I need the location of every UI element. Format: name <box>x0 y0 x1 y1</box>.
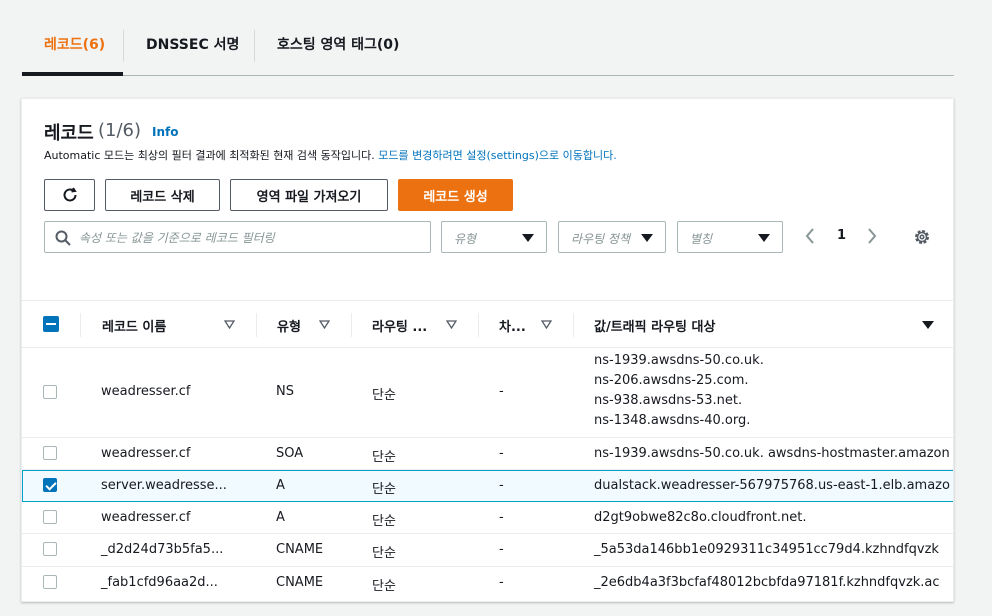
table-row-selected[interactable]: server.weadresse... A 단순 - dualstack.wea… <box>22 470 953 502</box>
search-box <box>44 221 431 253</box>
routing-filter-placeholder: 라우팅 정책 <box>571 232 631 246</box>
tab-hosted-zone-tags[interactable]: 호스팅 영역 태그(0) <box>277 34 399 58</box>
record-type: A <box>276 510 285 525</box>
type-filter-placeholder: 유형 <box>454 232 477 246</box>
routing-policy: 단순 <box>372 482 396 497</box>
value-line: ns-206.awsdns-25.com. <box>594 373 749 388</box>
tabs-bar: 레코드(6) DNSSEC 서명 호스팅 영역 태그(0) <box>0 0 954 76</box>
record-name: weadresser.cf <box>101 446 191 461</box>
record-count: (1/6) <box>98 120 142 141</box>
column-divider <box>256 313 257 337</box>
chevron-right-icon[interactable] <box>866 227 878 245</box>
record-value: _5a53da146bb1e0929311c34951cc79d4.kzhndf… <box>594 542 939 557</box>
row-checkbox[interactable] <box>43 478 57 492</box>
value-line: ns-1939.awsdns-50.co.uk. <box>594 353 764 368</box>
column-divider <box>478 313 479 337</box>
record-type: SOA <box>276 446 304 461</box>
col-value[interactable]: 값/트래픽 라우팅 대상 <box>594 316 715 335</box>
record-type: A <box>276 478 285 493</box>
page-number[interactable]: 1 <box>837 228 846 243</box>
value-line: ns-1348.awsdns-40.org. <box>594 413 751 428</box>
row-checkbox[interactable] <box>43 446 57 460</box>
select-all-checkbox[interactable] <box>43 316 59 332</box>
row-checkbox[interactable] <box>43 385 57 399</box>
gear-icon[interactable] <box>913 228 931 246</box>
record-value: _2e6db4a3f3bcfaf48012bcbfda97181f.kzhndf… <box>594 575 940 590</box>
diff-value: - <box>499 446 504 461</box>
diff-value: - <box>499 510 504 525</box>
record-value: dualstack.weadresser-567975768.us-east-1… <box>594 478 950 493</box>
routing-policy: 단순 <box>372 388 396 403</box>
active-tab-indicator <box>22 72 123 76</box>
sort-icon[interactable] <box>446 320 457 329</box>
value-line: ns-938.awsdns-53.net. <box>594 393 743 408</box>
sort-icon[interactable] <box>319 320 330 329</box>
import-zone-file-button[interactable]: 영역 파일 가져오기 <box>230 179 388 211</box>
tab-divider <box>254 30 255 62</box>
routing-policy-filter-select[interactable]: 라우팅 정책 <box>558 221 666 253</box>
table-row[interactable]: _fab1cfd96aa2d... CNAME 단순 - _2e6db4a3f3… <box>22 567 953 601</box>
description-text: Automatic 모드는 최상의 필터 결과에 최적화된 현재 검색 동작입니… <box>44 149 375 162</box>
alias-filter-select[interactable]: 별칭 <box>677 221 783 253</box>
search-icon <box>55 230 71 246</box>
tab-dnssec[interactable]: DNSSEC 서명 <box>146 34 239 58</box>
sort-desc-icon[interactable] <box>922 321 934 329</box>
routing-policy: 단순 <box>372 450 396 465</box>
tabs-baseline <box>22 75 954 76</box>
column-divider <box>351 313 352 337</box>
panel-title: 레코드 <box>44 123 94 144</box>
sort-icon[interactable] <box>541 320 552 329</box>
record-value: d2gt9obwe82c8o.cloudfront.net. <box>594 510 807 525</box>
table-header: 레코드 이름 유형 라우팅 ... 차... 값/트래픽 라우팅 대상 <box>22 300 953 348</box>
row-checkbox[interactable] <box>43 575 57 589</box>
table-row[interactable]: weadresser.cf NS 단순 - ns-1939.awsdns-50.… <box>22 348 953 438</box>
routing-policy: 단순 <box>372 514 396 529</box>
type-filter-select[interactable]: 유형 <box>441 221 547 253</box>
caret-down-icon <box>758 234 770 242</box>
record-name: _d2d24d73b5fa5... <box>101 542 224 557</box>
create-record-button[interactable]: 레코드 생성 <box>398 179 513 211</box>
info-link[interactable]: Info <box>152 125 178 139</box>
chevron-left-icon[interactable] <box>804 227 816 245</box>
caret-down-icon <box>522 234 534 242</box>
row-checkbox[interactable] <box>43 510 57 524</box>
panel-description: Automatic 모드는 최상의 필터 결과에 최적화된 현재 검색 동작입니… <box>44 147 617 163</box>
record-type: CNAME <box>276 542 324 557</box>
record-name: weadresser.cf <box>101 384 191 399</box>
record-value: ns-1939.awsdns-50.co.uk. ns-206.awsdns-2… <box>594 353 764 429</box>
col-routing[interactable]: 라우팅 ... <box>372 316 427 335</box>
record-value: ns-1939.awsdns-50.co.uk. awsdns-hostmast… <box>594 446 950 461</box>
tab-divider <box>123 30 124 62</box>
search-input[interactable] <box>79 226 419 250</box>
tab-records[interactable]: 레코드(6) <box>44 34 105 58</box>
record-type: NS <box>276 384 294 399</box>
diff-value: - <box>499 575 504 590</box>
col-type[interactable]: 유형 <box>277 316 301 335</box>
record-name: _fab1cfd96aa2d... <box>101 575 218 590</box>
refresh-button[interactable] <box>44 179 95 211</box>
record-name: server.weadresse... <box>101 478 227 493</box>
diff-value: - <box>499 478 504 493</box>
column-divider <box>80 313 81 337</box>
table-row[interactable]: _d2d24d73b5fa5... CNAME 단순 - _5a53da146b… <box>22 534 953 567</box>
diff-value: - <box>499 384 504 399</box>
col-record-name[interactable]: 레코드 이름 <box>102 316 166 335</box>
record-type: CNAME <box>276 575 324 590</box>
diff-value: - <box>499 542 504 557</box>
routing-policy: 단순 <box>372 546 396 561</box>
col-diff[interactable]: 차... <box>499 316 526 335</box>
table-row[interactable]: weadresser.cf SOA 단순 - ns-1939.awsdns-50… <box>22 438 953 470</box>
settings-link[interactable]: 모드를 변경하려면 설정(settings)으로 이동합니다. <box>378 149 616 162</box>
records-panel: 레코드 (1/6) Info Automatic 모드는 최상의 필터 결과에 … <box>21 98 954 602</box>
caret-down-icon <box>641 234 653 242</box>
sort-icon[interactable] <box>224 320 235 329</box>
table-row[interactable]: weadresser.cf A 단순 - d2gt9obwe82c8o.clou… <box>22 502 953 534</box>
refresh-icon <box>63 187 77 202</box>
routing-policy: 단순 <box>372 579 396 594</box>
row-checkbox[interactable] <box>43 542 57 556</box>
record-name: weadresser.cf <box>101 510 191 525</box>
column-divider <box>573 313 574 337</box>
alias-filter-placeholder: 별칭 <box>690 232 713 246</box>
delete-record-button[interactable]: 레코드 삭제 <box>105 179 220 211</box>
